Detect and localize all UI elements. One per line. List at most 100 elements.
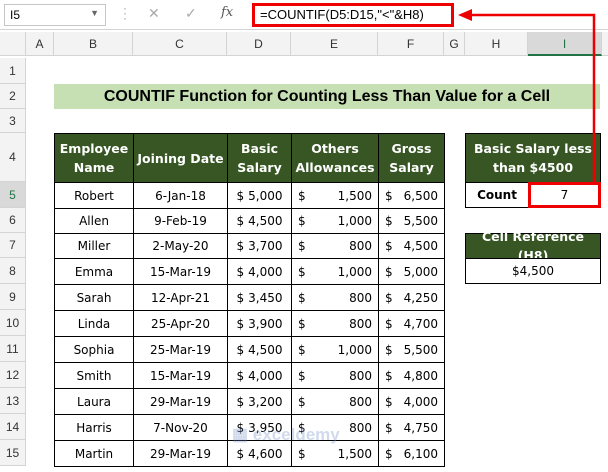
table-header[interactable]: Employee Name [54, 133, 134, 183]
row-header-15[interactable]: 15 [0, 440, 26, 466]
joining-date[interactable]: 25-Apr-20 [133, 310, 228, 337]
employee-name[interactable]: Miller [54, 233, 134, 259]
column-header-B[interactable]: B [54, 32, 133, 56]
column-header-D[interactable]: D [227, 32, 291, 56]
result-header[interactable]: Basic Salary less than $4500 [465, 133, 601, 183]
row-header-6[interactable]: 6 [0, 208, 26, 233]
sheet-title[interactable]: COUNTIF Function for Counting Less Than … [54, 84, 600, 109]
basic-salary[interactable]: $4,000 [227, 362, 292, 389]
row-header-3[interactable]: 3 [0, 109, 26, 133]
joining-date[interactable]: 9-Feb-19 [133, 208, 228, 234]
amount: 4,500 [248, 214, 283, 228]
currency-symbol: $ [298, 214, 306, 228]
gross-salary[interactable]: $4,800 [378, 362, 445, 389]
basic-salary[interactable]: $5,000 [227, 182, 292, 209]
allowance[interactable]: $1,500 [291, 182, 379, 209]
allowance[interactable]: $800 [291, 310, 379, 337]
employee-name[interactable]: Laura [54, 388, 134, 415]
table-header[interactable]: Others Allowances [291, 133, 379, 183]
currency-symbol: $ [298, 188, 306, 203]
employee-name[interactable]: Harris [54, 414, 134, 441]
function-icon[interactable]: fx [221, 5, 233, 20]
column-header-H[interactable]: H [465, 32, 528, 56]
gross-salary[interactable]: $4,500 [378, 233, 445, 259]
amount: 4,750 [403, 420, 438, 435]
employee-name[interactable]: Martin [54, 440, 134, 467]
joining-date[interactable]: 29-Mar-19 [133, 388, 228, 415]
enter-icon[interactable]: ✓ [185, 5, 197, 22]
count-value[interactable]: 7 [528, 182, 601, 208]
gross-salary[interactable]: $6,500 [378, 182, 445, 209]
chevron-down-icon[interactable]: ▼ [90, 8, 99, 18]
allowance[interactable]: $1,000 [291, 336, 379, 363]
joining-date[interactable]: 6-Jan-18 [133, 182, 228, 209]
name-box[interactable]: I5 ▼ [4, 4, 106, 26]
row-header-7[interactable]: 7 [0, 233, 26, 258]
reference-value[interactable]: $4,500 [465, 258, 601, 284]
allowance[interactable]: $800 [291, 233, 379, 259]
allowance[interactable]: $1,000 [291, 208, 379, 234]
column-header-G[interactable]: G [444, 32, 465, 56]
row-header-12[interactable]: 12 [0, 362, 26, 388]
select-all-corner[interactable] [0, 32, 26, 56]
employee-name[interactable]: Smith [54, 362, 134, 389]
basic-salary[interactable]: $3,700 [227, 233, 292, 259]
table-header[interactable]: Basic Salary [227, 133, 292, 183]
amount: 4,250 [403, 290, 438, 305]
allowance[interactable]: $800 [291, 362, 379, 389]
row-header-13[interactable]: 13 [0, 388, 26, 414]
joining-date[interactable]: 25-Mar-19 [133, 336, 228, 363]
employee-name[interactable]: Sophia [54, 336, 134, 363]
column-header-I[interactable]: I [528, 32, 602, 56]
basic-salary[interactable]: $3,900 [227, 310, 292, 337]
employee-name[interactable]: Linda [54, 310, 134, 337]
amount: 1,000 [337, 214, 372, 228]
row-header-10[interactable]: 10 [0, 310, 26, 336]
basic-salary[interactable]: $4,500 [227, 336, 292, 363]
count-label[interactable]: Count [465, 182, 529, 208]
employee-name[interactable]: Allen [54, 208, 134, 234]
table-header[interactable]: Joining Date [133, 133, 228, 183]
row-header-1[interactable]: 1 [0, 58, 26, 84]
basic-salary[interactable]: $3,200 [227, 388, 292, 415]
reference-header[interactable]: Cell Reference (H8) [465, 229, 601, 263]
employee-name[interactable]: Robert [54, 182, 134, 209]
column-header-F[interactable]: F [378, 32, 444, 56]
column-header-C[interactable]: C [133, 32, 227, 56]
allowance[interactable]: $800 [291, 284, 379, 311]
formula-input[interactable]: =COUNTIF(D5:D15,"<"&H8) [252, 3, 454, 27]
row-header-8[interactable]: 8 [0, 258, 26, 284]
joining-date[interactable]: 15-Mar-19 [133, 362, 228, 389]
cancel-icon[interactable]: ✕ [148, 5, 160, 22]
row-header-4[interactable]: 4 [0, 133, 26, 182]
row-header-14[interactable]: 14 [0, 414, 26, 440]
gross-salary[interactable]: $4,700 [378, 310, 445, 337]
joining-date[interactable]: 7-Nov-20 [133, 414, 228, 441]
currency-symbol: $ [236, 239, 245, 253]
row-header-2[interactable]: 2 [0, 84, 26, 109]
table-header[interactable]: Gross Salary [378, 133, 445, 183]
row-header-9[interactable]: 9 [0, 284, 26, 310]
basic-salary[interactable]: $4,500 [227, 208, 292, 234]
employee-name[interactable]: Sarah [54, 284, 134, 311]
gross-salary[interactable]: $5,000 [378, 258, 445, 285]
gross-salary[interactable]: $6,100 [378, 440, 445, 467]
basic-salary[interactable]: $3,450 [227, 284, 292, 311]
joining-date[interactable]: 15-Mar-19 [133, 258, 228, 285]
gross-salary[interactable]: $4,250 [378, 284, 445, 311]
gross-salary[interactable]: $4,000 [378, 388, 445, 415]
column-header-A[interactable]: A [26, 32, 54, 56]
joining-date[interactable]: 2-May-20 [133, 233, 228, 259]
gross-salary[interactable]: $5,500 [378, 336, 445, 363]
employee-name[interactable]: Emma [54, 258, 134, 285]
joining-date[interactable]: 12-Apr-21 [133, 284, 228, 311]
column-header-E[interactable]: E [291, 32, 378, 56]
gross-salary[interactable]: $5,500 [378, 208, 445, 234]
row-header-5[interactable]: 5 [0, 182, 26, 208]
joining-date[interactable]: 29-Mar-19 [133, 440, 228, 467]
row-header-11[interactable]: 11 [0, 336, 26, 362]
gross-salary[interactable]: $4,750 [378, 414, 445, 441]
allowance[interactable]: $1,000 [291, 258, 379, 285]
basic-salary[interactable]: $4,000 [227, 258, 292, 285]
allowance[interactable]: $800 [291, 388, 379, 415]
